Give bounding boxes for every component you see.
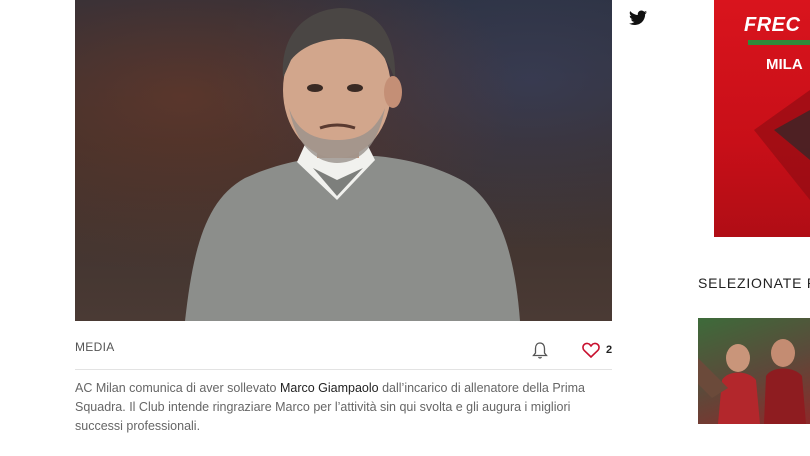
article-body: AC Milan comunica di aver sollevato Marc…	[75, 379, 615, 436]
article-hero-image	[75, 0, 612, 321]
sidebar-article-thumbnail[interactable]	[698, 318, 810, 424]
bell-icon[interactable]	[532, 342, 548, 365]
sidebar-ad-banner[interactable]: FREC MILA	[714, 0, 810, 237]
sidebar-section-title: SELEZIONATE PE	[698, 275, 810, 291]
ad-train-graphic	[754, 90, 810, 200]
article-meta-bar: MEDIA 2	[75, 333, 612, 370]
article-text-start: AC Milan comunica di aver sollevato	[75, 381, 280, 395]
article-person-name[interactable]: Marco Giampaolo	[280, 381, 379, 395]
category-label[interactable]: MEDIA	[75, 340, 115, 354]
twitter-icon[interactable]	[629, 10, 647, 31]
heart-icon[interactable]	[582, 342, 600, 363]
like-count: 2	[606, 344, 613, 356]
